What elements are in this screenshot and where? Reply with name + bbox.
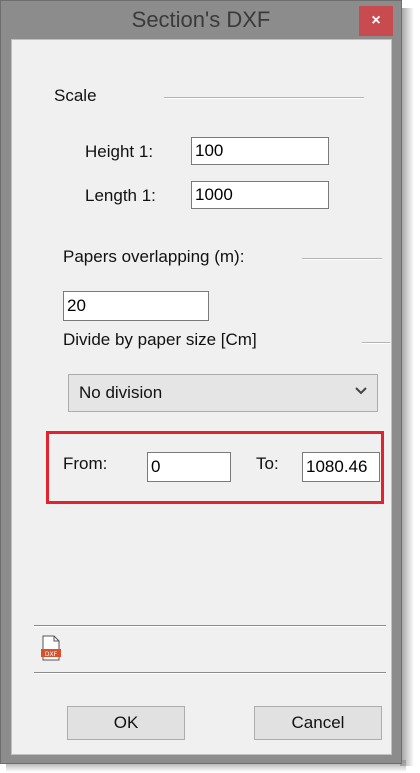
cancel-button[interactable]: Cancel bbox=[254, 706, 382, 740]
from-input[interactable] bbox=[147, 452, 231, 482]
toolbar-bottom-divider bbox=[34, 672, 386, 674]
window-shadow-right bbox=[400, 8, 414, 766]
close-icon: × bbox=[371, 12, 381, 29]
height-scale-input[interactable] bbox=[191, 137, 329, 165]
overlap-input[interactable] bbox=[63, 291, 209, 321]
divide-divider bbox=[362, 342, 390, 344]
ok-button[interactable]: OK bbox=[67, 706, 185, 740]
dxf-file-icon[interactable]: DXF bbox=[40, 635, 62, 661]
title-bar[interactable]: Section's DXF × bbox=[1, 1, 401, 39]
dialog-window: Section's DXF × Scale Height 1: Length 1… bbox=[0, 0, 402, 764]
from-label: From: bbox=[63, 454, 108, 473]
division-select[interactable]: No division bbox=[68, 374, 378, 412]
toolbar-top-divider bbox=[34, 625, 386, 627]
height-label: Height 1: bbox=[85, 142, 154, 161]
scale-heading: Scale bbox=[54, 86, 97, 105]
dxf-icon-label: DXF bbox=[45, 651, 58, 658]
overlap-divider bbox=[302, 258, 382, 260]
length-scale-input[interactable] bbox=[191, 181, 329, 209]
dialog-body: Scale Height 1: Length 1: Papers overlap… bbox=[11, 39, 392, 755]
overlap-label: Papers overlapping (m): bbox=[63, 247, 245, 266]
division-select-value: No division bbox=[79, 383, 163, 402]
divide-label: Divide by paper size [Cm] bbox=[63, 330, 257, 349]
range-highlight-frame: From: To: bbox=[46, 431, 384, 504]
to-label: To: bbox=[256, 454, 279, 473]
length-label: Length 1: bbox=[85, 186, 156, 205]
window-title: Section's DXF bbox=[131, 7, 271, 32]
to-input[interactable] bbox=[302, 452, 380, 482]
scale-divider bbox=[164, 97, 364, 99]
chevron-down-icon bbox=[355, 387, 367, 395]
close-button[interactable]: × bbox=[359, 6, 393, 36]
